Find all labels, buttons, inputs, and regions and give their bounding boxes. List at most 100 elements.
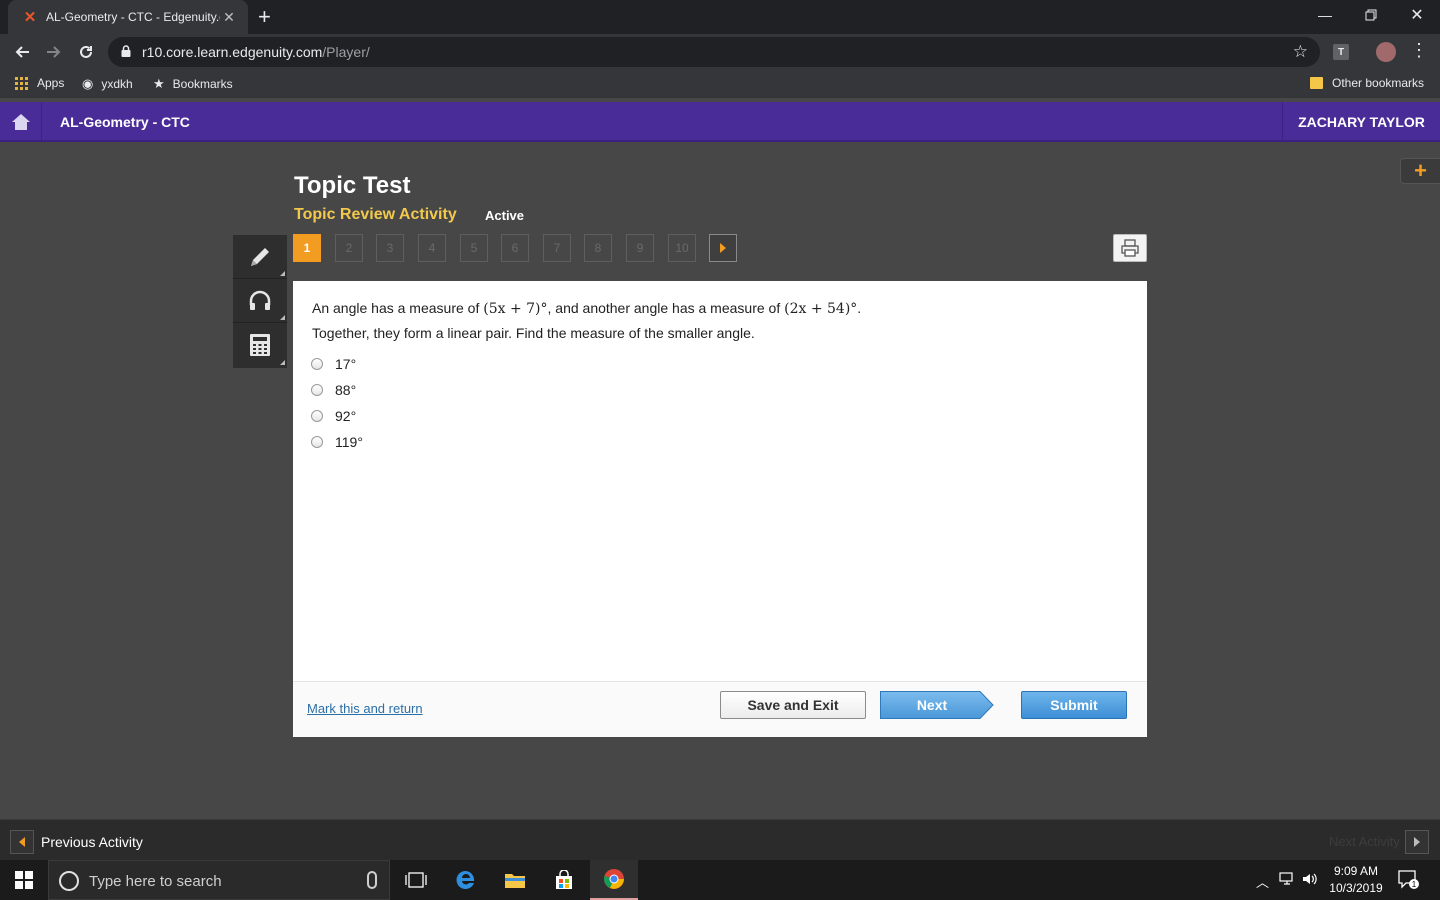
activity-bar: Previous Activity Next Activity (0, 819, 1440, 861)
forward-icon[interactable] (42, 40, 66, 64)
question-nav-9[interactable]: 9 (626, 234, 654, 262)
close-window-icon[interactable]: ✕ (1394, 0, 1440, 30)
mark-and-return-link[interactable]: Mark this and return (307, 701, 423, 716)
chrome-taskbar-icon[interactable] (590, 860, 638, 900)
question-panel: An angle has a measure of (5x + 7)°, and… (293, 281, 1147, 737)
question-footer: Mark this and return Save and Exit Next … (293, 681, 1147, 737)
math-expression-1: (5x + 7)° (483, 301, 548, 317)
app-header: AL-Geometry - CTC ZACHARY TAYLOR (0, 102, 1440, 142)
question-nav-1[interactable]: 1 (293, 234, 321, 262)
save-and-exit-button[interactable]: Save and Exit (720, 691, 866, 719)
question-nav-3[interactable]: 3 (376, 234, 404, 262)
home-icon (11, 114, 30, 130)
extension-icon[interactable]: T (1333, 44, 1349, 60)
question-nav-8[interactable]: 8 (584, 234, 612, 262)
browser-tab[interactable]: ✕ AL-Geometry - CTC - Edgenuity.c ✕ (8, 0, 248, 34)
microphone-icon[interactable] (367, 871, 377, 889)
address-bar[interactable]: r10.core.learn.edgenuity.com/Player/ ☆ (108, 37, 1320, 67)
answer-choice-3[interactable]: 92° (311, 408, 356, 424)
new-tab-icon[interactable]: + (258, 6, 271, 28)
next-activity-link: Next Activity (1329, 834, 1400, 849)
play-right-icon (1414, 837, 1420, 847)
bookmark-bookmarks[interactable]: ★ Bookmarks (153, 76, 233, 92)
print-button[interactable] (1113, 234, 1147, 262)
lock-icon (121, 45, 131, 57)
windows-taskbar: Type here to search ︿ 9:09 AM 10/3/2019 … (0, 860, 1440, 900)
question-nav-4[interactable]: 4 (418, 234, 446, 262)
calculator-tool-button[interactable] (233, 323, 287, 367)
question-nav-5[interactable]: 5 (460, 234, 488, 262)
next-button[interactable]: Next (880, 691, 994, 719)
notifications-icon[interactable]: 1 (1398, 870, 1420, 893)
radio-button[interactable] (311, 410, 323, 422)
expand-plus-button[interactable]: + (1400, 158, 1440, 184)
next-activity-arrow (1405, 830, 1429, 854)
apps-grid-icon (15, 76, 28, 90)
reload-icon[interactable] (74, 40, 98, 64)
headphones-tool-button[interactable] (233, 279, 287, 323)
minimize-icon[interactable]: — (1302, 0, 1348, 30)
printer-icon (1121, 239, 1139, 257)
folder-icon (1310, 77, 1323, 89)
profile-avatar[interactable] (1376, 42, 1396, 62)
bookmark-star-icon[interactable]: ☆ (1293, 42, 1308, 62)
question-nav-10[interactable]: 10 (668, 234, 696, 262)
taskbar-search-box[interactable]: Type here to search (48, 860, 390, 900)
activity-subtitle: Topic Review Activity (294, 206, 457, 223)
previous-activity-arrow[interactable] (10, 830, 34, 854)
edgenuity-favicon-icon: ✕ (23, 9, 37, 26)
radio-button[interactable] (311, 384, 323, 396)
radio-button[interactable] (311, 436, 323, 448)
question-nav-next-button[interactable] (709, 234, 737, 262)
pencil-icon (251, 247, 269, 266)
course-title: AL-Geometry - CTC (60, 114, 190, 130)
browser-toolbar: r10.core.learn.edgenuity.com/Player/ ☆ T… (0, 34, 1440, 70)
edge-browser-icon[interactable] (442, 860, 490, 900)
question-nav-7[interactable]: 7 (543, 234, 571, 262)
tool-panel (233, 235, 287, 368)
play-right-icon (720, 243, 726, 253)
star-icon: ★ (153, 76, 165, 91)
volume-icon[interactable] (1302, 872, 1318, 889)
play-left-icon (19, 837, 25, 847)
activity-title: Topic Test (294, 172, 411, 199)
previous-activity-link[interactable]: Previous Activity (41, 834, 143, 850)
answer-choice-1[interactable]: 17° (311, 356, 356, 372)
windows-start-button[interactable] (0, 860, 48, 900)
network-icon[interactable] (1279, 872, 1295, 889)
menu-kebab-icon[interactable]: ⋮ (1410, 40, 1428, 61)
svg-text:1: 1 (1412, 880, 1417, 889)
task-view-icon[interactable] (392, 860, 440, 900)
user-name[interactable]: ZACHARY TAYLOR (1282, 102, 1440, 142)
bookmarks-bar: Apps ◉ yxdkh ★ Bookmarks Other bookmarks (0, 70, 1440, 98)
question-nav-2[interactable]: 2 (335, 234, 363, 262)
radio-button[interactable] (311, 358, 323, 370)
globe-icon: ◉ (82, 76, 94, 91)
windows-logo-icon (15, 871, 33, 889)
file-explorer-icon[interactable] (491, 860, 539, 900)
tab-title: AL-Geometry - CTC - Edgenuity.c (46, 10, 220, 24)
restore-icon[interactable] (1348, 0, 1394, 30)
answer-choice-2[interactable]: 88° (311, 382, 356, 398)
math-expression-2: (2x + 54)° (784, 301, 858, 317)
back-icon[interactable] (10, 40, 34, 64)
tray-chevron-up-icon[interactable]: ︿ (1256, 872, 1269, 891)
pencil-tool-button[interactable] (233, 235, 287, 279)
close-tab-icon[interactable]: ✕ (220, 9, 238, 26)
question-text: An angle has a measure of (5x + 7)°, and… (312, 300, 862, 341)
microsoft-store-icon[interactable] (540, 860, 588, 900)
activity-status: Active (485, 208, 525, 223)
answer-choice-4[interactable]: 119° (311, 434, 363, 450)
browser-titlebar: ✕ AL-Geometry - CTC - Edgenuity.c ✕ + — … (0, 0, 1440, 34)
system-clock[interactable]: 9:09 AM 10/3/2019 (1328, 863, 1384, 897)
bookmark-other[interactable]: Other bookmarks (1310, 76, 1424, 90)
bookmark-apps[interactable]: Apps (15, 76, 64, 90)
calculator-icon (250, 334, 270, 356)
url-text: r10.core.learn.edgenuity.com/Player/ (142, 44, 370, 60)
home-button[interactable] (0, 102, 42, 142)
cortana-icon (59, 871, 79, 891)
headphones-icon (249, 290, 271, 310)
question-nav-6[interactable]: 6 (501, 234, 529, 262)
bookmark-yxdkh[interactable]: ◉ yxdkh (82, 76, 133, 92)
submit-button[interactable]: Submit (1021, 691, 1127, 719)
